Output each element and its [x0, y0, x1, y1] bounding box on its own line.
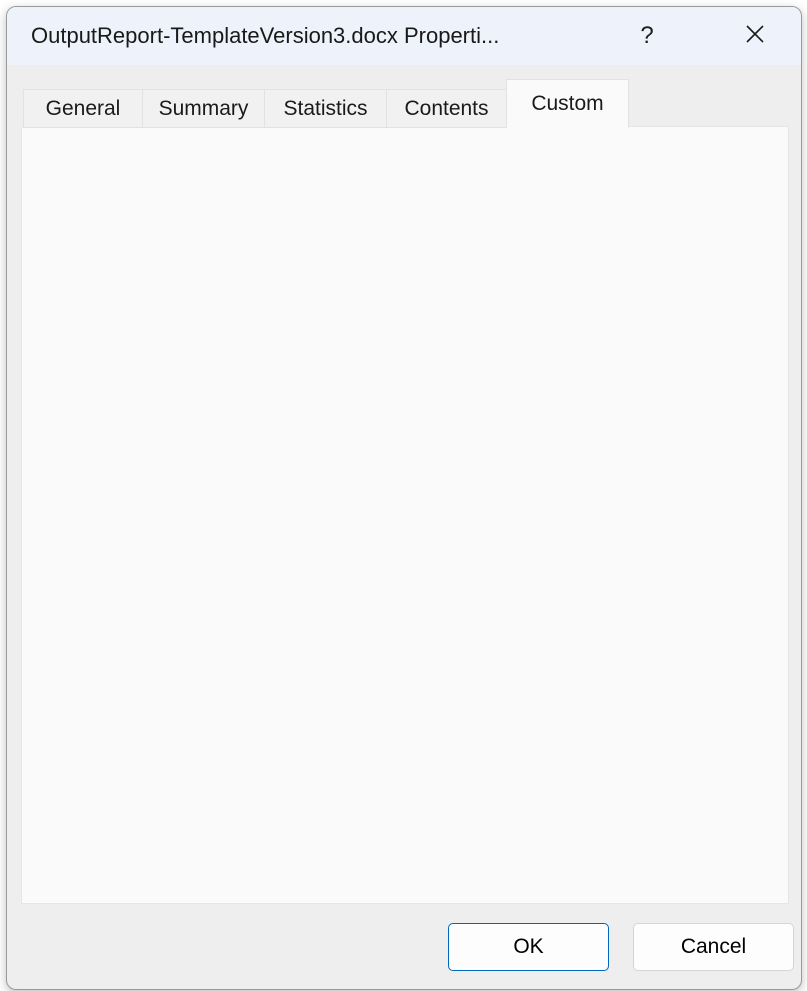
tab-strip: GeneralSummaryStatisticsContentsCustom — [23, 79, 628, 128]
properties-dialog: OutputReport-TemplateVersion3.docx Prope… — [6, 6, 802, 990]
custom-tab-panel — [21, 126, 789, 904]
ok-button[interactable]: OK — [448, 923, 609, 971]
tab-summary[interactable]: Summary — [142, 89, 265, 128]
tab-contents[interactable]: Contents — [386, 89, 507, 128]
tab-custom[interactable]: Custom — [506, 79, 629, 128]
title-bar[interactable]: OutputReport-TemplateVersion3.docx Prope… — [7, 7, 801, 65]
window-title: OutputReport-TemplateVersion3.docx Prope… — [31, 7, 499, 65]
tab-statistics[interactable]: Statistics — [264, 89, 387, 128]
close-icon — [744, 23, 766, 50]
help-button[interactable]: ? — [625, 7, 669, 65]
tab-general[interactable]: General — [23, 89, 143, 128]
cancel-button[interactable]: Cancel — [633, 923, 794, 971]
help-icon: ? — [640, 22, 653, 50]
close-button[interactable] — [731, 7, 779, 65]
